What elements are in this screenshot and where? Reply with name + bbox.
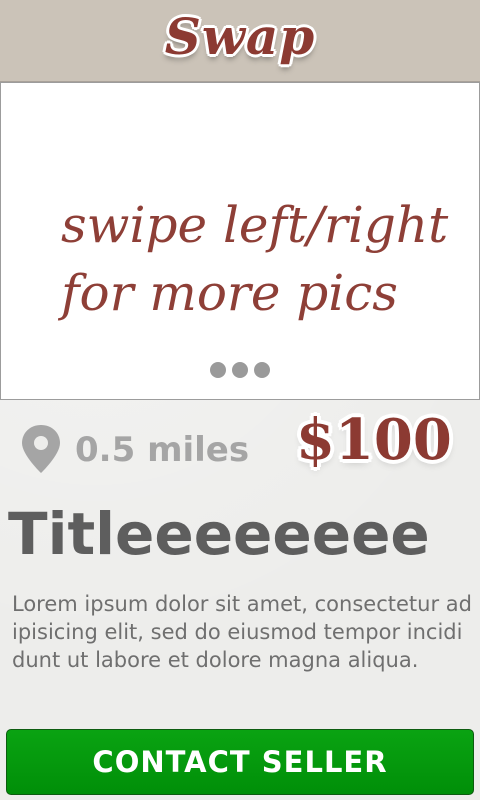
map-pin-icon <box>22 425 60 473</box>
app-screen: Swap swipe left/right for more pics 0.5 … <box>0 0 480 800</box>
swipe-hint-text: swipe left/right for more pics <box>61 196 449 322</box>
app-header: Swap <box>0 0 480 82</box>
carousel-dot[interactable] <box>210 362 226 378</box>
listing-title: Titleeeeeeee <box>8 500 430 568</box>
price-label: $100 <box>296 407 452 473</box>
contact-seller-button[interactable]: CONTACT SELLER <box>6 729 474 795</box>
swap-logo[interactable]: Swap <box>0 2 480 72</box>
listing-description: Lorem ipsum dolor sit amet, consectetur … <box>12 592 472 672</box>
carousel-dot[interactable] <box>254 362 270 378</box>
photo-carousel[interactable]: swipe left/right for more pics <box>0 82 480 400</box>
carousel-dot[interactable] <box>232 362 248 378</box>
distance-label: 0.5 miles <box>75 430 250 470</box>
carousel-dots <box>1 362 479 378</box>
